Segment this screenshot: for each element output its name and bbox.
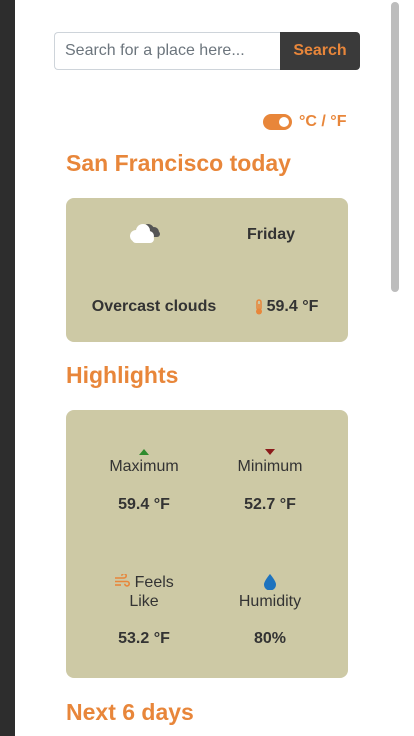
- today-temperature: 59.4 °F: [266, 298, 319, 315]
- toggle-knob: [279, 117, 289, 127]
- droplet-icon: [263, 574, 277, 595]
- wind-icon: [115, 572, 131, 587]
- today-temperature-wrap: 59.4 °F: [246, 298, 326, 316]
- search-bar: Search: [54, 32, 360, 70]
- highlights-card: Maximum 59.4 °F Minimum 52.7 °F Feels Li…: [66, 410, 348, 678]
- feels-like-value: 53.2 °F: [118, 630, 170, 647]
- search-input[interactable]: [54, 32, 280, 70]
- highlights-title: Highlights: [66, 362, 179, 388]
- minimum-value: 52.7 °F: [244, 496, 296, 513]
- today-condition: Overcast clouds: [91, 298, 217, 315]
- scrollbar-track[interactable]: [399, 0, 414, 736]
- minimum-label: Minimum: [237, 458, 303, 475]
- toggle-switch[interactable]: [263, 114, 292, 130]
- unit-toggle[interactable]: °C / °F: [263, 113, 346, 131]
- scrollbar-thumb[interactable]: [391, 2, 399, 292]
- search-button[interactable]: Search: [280, 32, 360, 70]
- thermometer-icon: [255, 299, 262, 315]
- today-card: Friday Overcast clouds 59.4 °F: [66, 198, 348, 342]
- humidity-value: 80%: [253, 630, 287, 647]
- feels-like-label: Feels Like: [129, 574, 174, 610]
- maximum-label: Maximum: [109, 458, 179, 475]
- today-title: San Francisco today: [66, 150, 291, 176]
- humidity-label: Humidity: [238, 593, 302, 610]
- today-day: Friday: [246, 226, 295, 243]
- forecast-title: Next 6 days: [66, 699, 194, 725]
- maximum-value: 59.4 °F: [118, 496, 170, 513]
- feels-like-wrap: Feels Like: [104, 572, 184, 611]
- cloud-icon: [124, 216, 164, 246]
- page: Search °C / °F San Francisco today Frida…: [15, 0, 399, 736]
- unit-label: °C / °F: [299, 113, 347, 130]
